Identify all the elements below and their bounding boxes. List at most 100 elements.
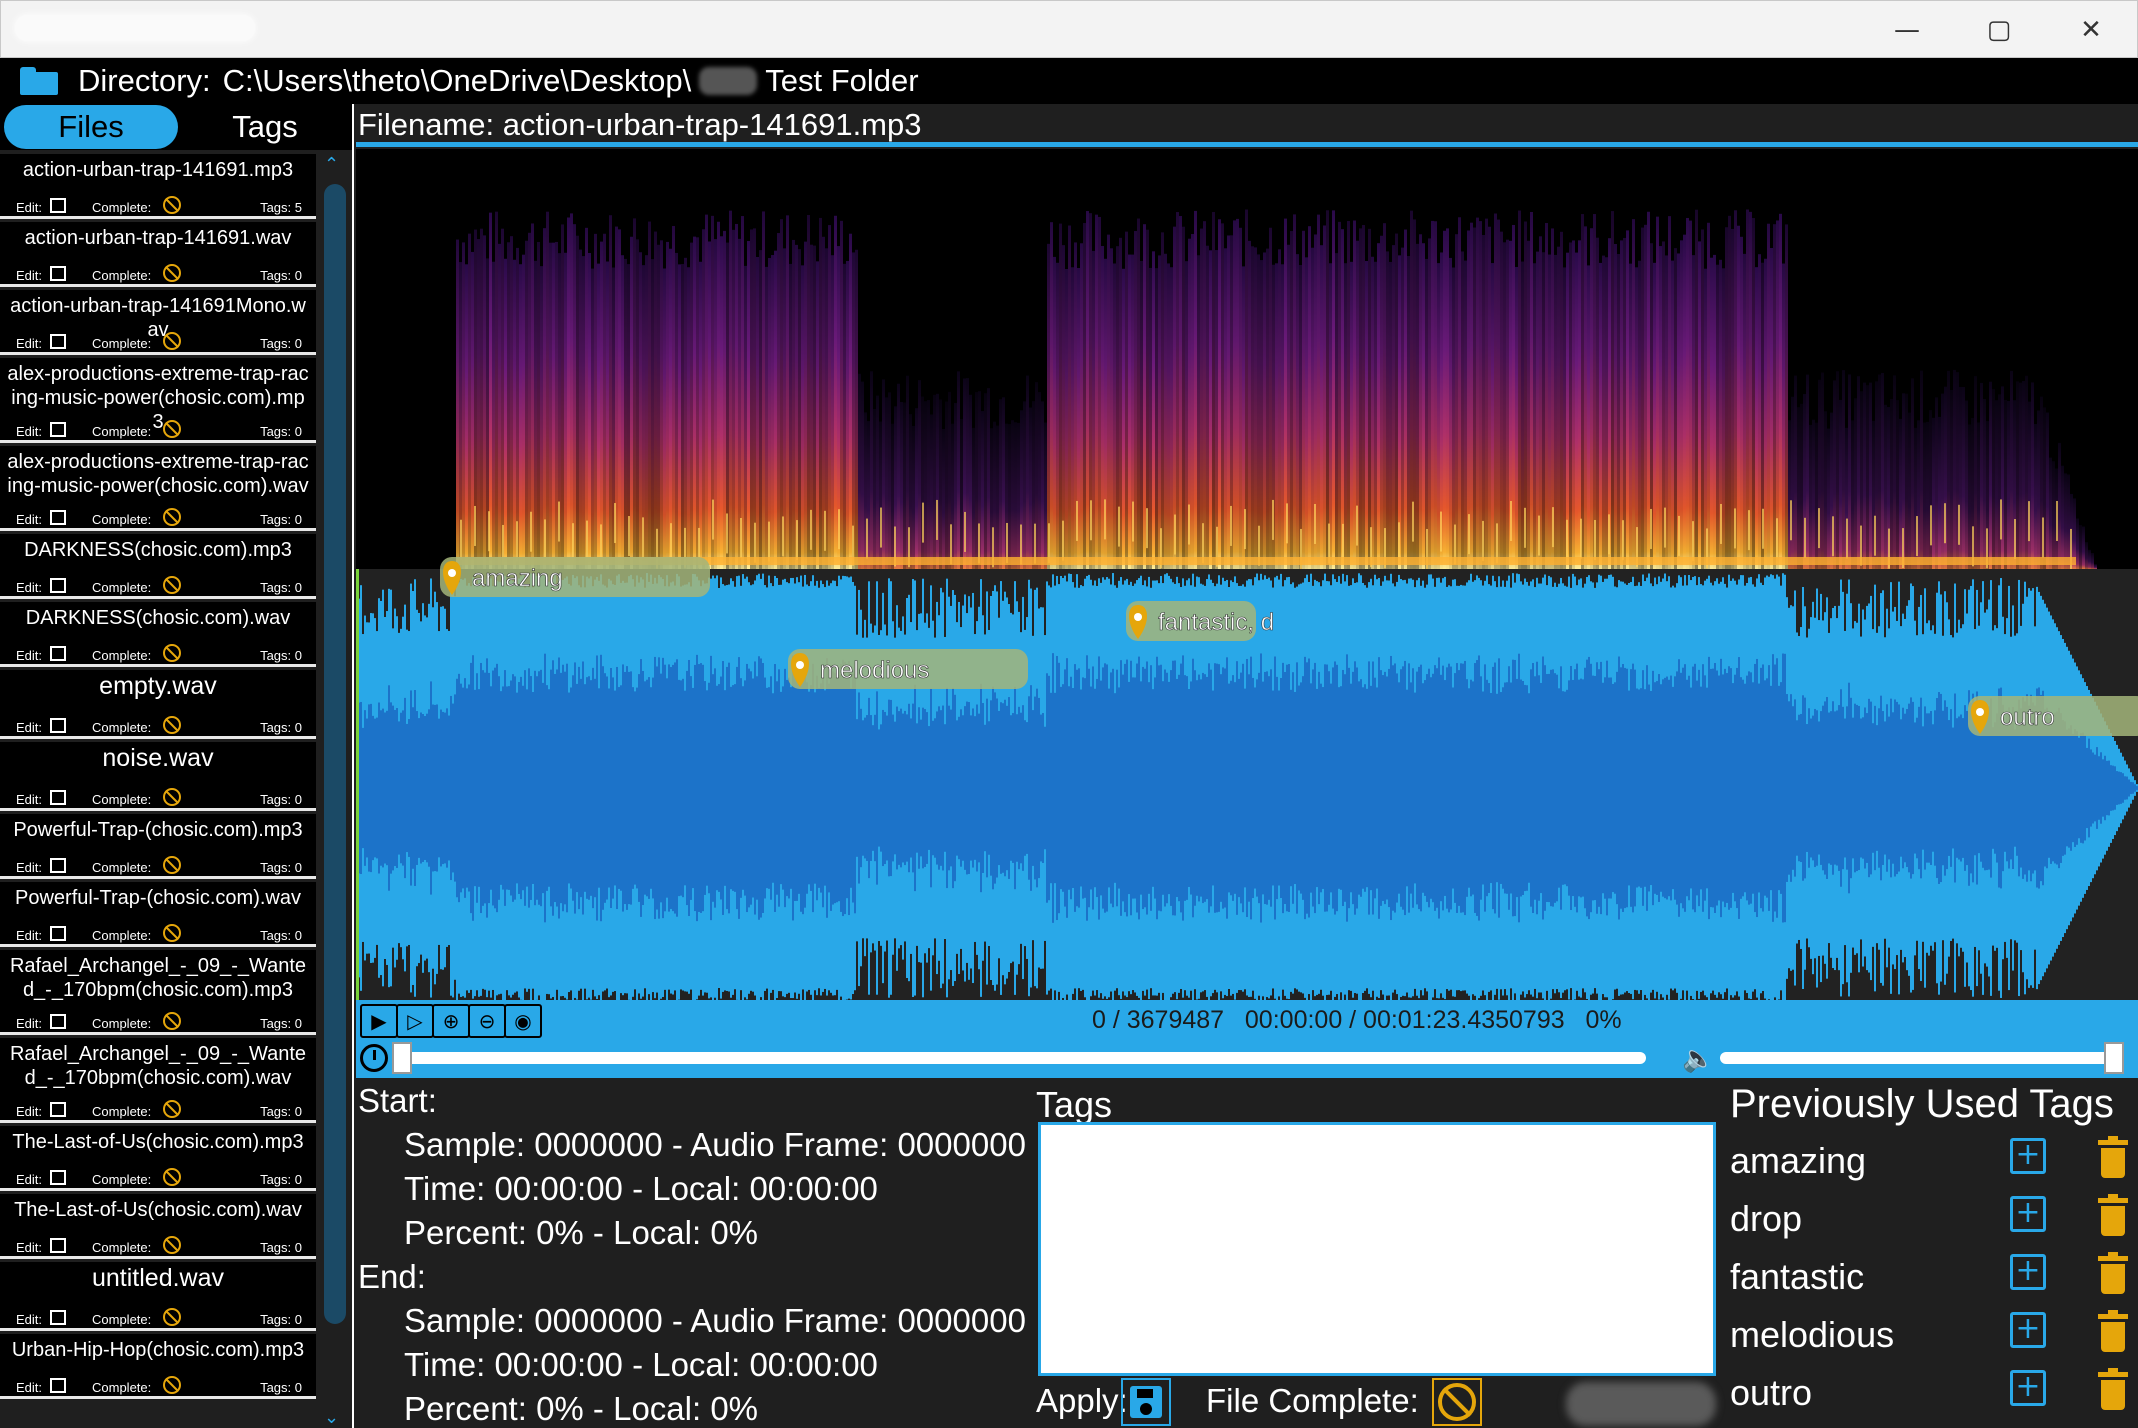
- file-list-item[interactable]: DARKNESS(chosic.com).wav Edit: Complete: Ta…: [0, 602, 316, 667]
- spectrogram-waveform[interactable]: amazing melodious fantastic, d outro: [356, 149, 2138, 1001]
- not-complete-icon[interactable]: [163, 508, 181, 526]
- volume-thumb[interactable]: [2104, 1042, 2124, 1074]
- not-complete-icon[interactable]: [163, 1168, 181, 1186]
- delete-tag-icon[interactable]: [2098, 1310, 2128, 1352]
- previous-tag-name[interactable]: drop: [1730, 1198, 1802, 1240]
- file-meta: Edit: Complete: Tags: 0: [0, 856, 316, 876]
- previous-tag-name[interactable]: amazing: [1730, 1140, 1866, 1182]
- file-list-item[interactable]: action-urban-trap-141691.wav Edit: Complet…: [0, 222, 316, 287]
- not-complete-icon[interactable]: [163, 1012, 181, 1030]
- tag-marker-label: melodious: [820, 657, 929, 684]
- add-tag-icon[interactable]: +: [2010, 1312, 2046, 1348]
- previous-tag-name[interactable]: melodious: [1730, 1314, 1894, 1356]
- tab-files[interactable]: Files: [4, 105, 178, 149]
- delete-tag-icon[interactable]: [2098, 1194, 2128, 1236]
- file-list-scrollbar[interactable]: ⌃ ⌄: [318, 154, 350, 1428]
- add-tag-icon[interactable]: +: [2010, 1196, 2046, 1232]
- previous-tag-name[interactable]: fantastic: [1730, 1256, 1864, 1298]
- edit-icon[interactable]: [50, 578, 66, 593]
- volume-icon[interactable]: 🔈: [1682, 1044, 1714, 1074]
- scroll-down-icon[interactable]: ⌄: [324, 1407, 339, 1428]
- tag-marker[interactable]: fantastic, d: [1126, 601, 1274, 641]
- tags-input[interactable]: [1038, 1122, 1716, 1376]
- not-complete-icon[interactable]: [163, 1376, 181, 1394]
- edit-icon[interactable]: [50, 1102, 66, 1117]
- not-complete-icon[interactable]: [163, 1236, 181, 1254]
- previous-tag-name[interactable]: outro: [1730, 1372, 1812, 1414]
- file-list-item[interactable]: DARKNESS(chosic.com).mp3 Edit: Complete: Ta…: [0, 534, 316, 599]
- tag-marker[interactable]: melodious: [788, 649, 1028, 689]
- play-selection-icon[interactable]: ▷: [396, 1004, 434, 1038]
- tab-tags[interactable]: Tags: [178, 105, 352, 149]
- tag-marker[interactable]: outro: [1968, 696, 2138, 736]
- delete-tag-icon[interactable]: [2098, 1136, 2128, 1178]
- maximize-button[interactable]: ▢: [1953, 1, 2045, 59]
- delete-tag-icon[interactable]: [2098, 1252, 2128, 1294]
- file-list-item[interactable]: noise.wav Edit: Complete: Tags: 0: [0, 742, 316, 811]
- edit-icon[interactable]: [50, 1238, 66, 1253]
- file-list-item[interactable]: The-Last-of-Us(chosic.com).mp3 Edit: Compl…: [0, 1126, 316, 1191]
- edit-icon[interactable]: [50, 926, 66, 941]
- file-list-item[interactable]: Powerful-Trap-(chosic.com).mp3 Edit: Compl…: [0, 814, 316, 879]
- waveform-view[interactable]: amazing melodious fantastic, d outro: [356, 149, 2138, 1001]
- edit-icon[interactable]: [50, 1310, 66, 1325]
- close-button[interactable]: ✕: [2045, 1, 2137, 59]
- not-complete-icon[interactable]: [163, 576, 181, 594]
- file-list-item[interactable]: empty.wav Edit: Complete: Tags: 0: [0, 670, 316, 739]
- file-list-item[interactable]: The-Last-of-Us(chosic.com).wav Edit: Compl…: [0, 1194, 316, 1259]
- edit-icon[interactable]: [50, 1170, 66, 1185]
- edit-icon[interactable]: [50, 1378, 66, 1393]
- file-list-item[interactable]: untitled.wav Edit: Complete: Tags: 0: [0, 1262, 316, 1331]
- apply-save-button[interactable]: [1121, 1378, 1171, 1426]
- file-meta: Edit: Complete: Tags: 0: [0, 332, 316, 352]
- file-list-item[interactable]: alex-productions-extreme-trap-racing-mus…: [0, 358, 316, 443]
- complete-label: Complete:: [92, 580, 152, 595]
- zoom-in-icon[interactable]: ⊕: [432, 1004, 470, 1038]
- not-complete-icon[interactable]: [163, 332, 181, 350]
- file-list-item[interactable]: Rafael_Archangel_-_09_-_Wanted_-_170bpm(…: [0, 1038, 316, 1123]
- not-complete-icon[interactable]: [163, 264, 181, 282]
- not-complete-icon[interactable]: [163, 924, 181, 942]
- folder-icon[interactable]: [20, 67, 58, 95]
- filename-header: Filename: action-urban-trap-141691.mp3: [358, 104, 922, 146]
- file-complete-button[interactable]: [1432, 1378, 1482, 1426]
- add-tag-icon[interactable]: +: [2010, 1138, 2046, 1174]
- play-icon[interactable]: ▶: [360, 1004, 398, 1038]
- edit-icon[interactable]: [50, 266, 66, 281]
- not-complete-icon[interactable]: [163, 1100, 181, 1118]
- not-complete-icon[interactable]: [163, 788, 181, 806]
- view-eye-icon[interactable]: ◉: [504, 1004, 542, 1038]
- not-complete-icon[interactable]: [163, 1308, 181, 1326]
- not-complete-icon[interactable]: [163, 856, 181, 874]
- edit-icon[interactable]: [50, 858, 66, 873]
- zoom-out-icon[interactable]: ⊖: [468, 1004, 506, 1038]
- edit-icon[interactable]: [50, 334, 66, 349]
- not-complete-icon[interactable]: [163, 716, 181, 734]
- edit-icon[interactable]: [50, 1014, 66, 1029]
- not-complete-icon[interactable]: [163, 644, 181, 662]
- seek-thumb[interactable]: [392, 1042, 412, 1074]
- minimize-button[interactable]: —: [1861, 1, 1953, 59]
- delete-tag-icon[interactable]: [2098, 1368, 2128, 1410]
- scroll-thumb[interactable]: [324, 184, 346, 1324]
- edit-icon[interactable]: [50, 198, 66, 213]
- add-tag-icon[interactable]: +: [2010, 1370, 2046, 1406]
- not-complete-icon[interactable]: [163, 420, 181, 438]
- edit-icon[interactable]: [50, 790, 66, 805]
- file-list-item[interactable]: Powerful-Trap-(chosic.com).wav Edit: Compl…: [0, 882, 316, 947]
- volume-slider[interactable]: [1720, 1052, 2114, 1064]
- edit-icon[interactable]: [50, 646, 66, 661]
- scroll-up-icon[interactable]: ⌃: [324, 154, 339, 175]
- edit-icon[interactable]: [50, 422, 66, 437]
- seek-slider[interactable]: [406, 1052, 1646, 1064]
- file-list-item[interactable]: action-urban-trap-141691Mono.wav Edit: Com…: [0, 290, 316, 355]
- not-complete-icon[interactable]: [163, 196, 181, 214]
- file-list-item[interactable]: alex-productions-extreme-trap-racing-mus…: [0, 446, 316, 531]
- tag-marker[interactable]: amazing: [440, 557, 710, 597]
- file-list-item[interactable]: Rafael_Archangel_-_09_-_Wanted_-_170bpm(…: [0, 950, 316, 1035]
- edit-icon[interactable]: [50, 510, 66, 525]
- add-tag-icon[interactable]: +: [2010, 1254, 2046, 1290]
- edit-icon[interactable]: [50, 718, 66, 733]
- file-list-item[interactable]: action-urban-trap-141691.mp3 Edit: Complet…: [0, 154, 316, 219]
- file-list-item[interactable]: Urban-Hip-Hop(chosic.com).mp3 Edit: Comple…: [0, 1334, 316, 1399]
